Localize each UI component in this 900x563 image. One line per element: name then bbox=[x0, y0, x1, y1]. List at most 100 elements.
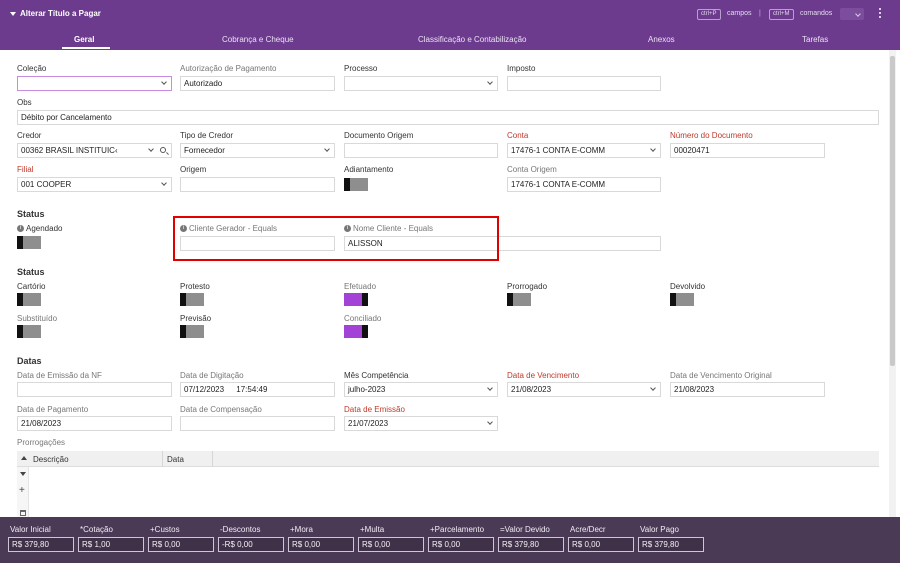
prorrogacoes-grid-body bbox=[17, 467, 879, 517]
cartorio-toggle[interactable] bbox=[17, 293, 41, 306]
mora-field[interactable]: R$ 0,00 bbox=[288, 537, 354, 552]
data-emissao-nf-field[interactable] bbox=[17, 382, 172, 397]
conta-select[interactable]: 17476-1 CONTA E-COMM bbox=[507, 143, 661, 158]
origem-label: Origem bbox=[180, 165, 207, 174]
obs-field[interactable]: Débito por Cancelamento bbox=[17, 110, 879, 125]
data-compensacao-label: Data de Compensação bbox=[180, 405, 262, 414]
data-vencimento-label: Data de Vencimento bbox=[507, 371, 580, 380]
add-row-icon[interactable]: + bbox=[19, 486, 25, 496]
data-vencimento-select[interactable]: 21/08/2023 bbox=[507, 382, 661, 397]
acre-decr-field[interactable]: R$ 0,00 bbox=[568, 537, 634, 552]
substituido-label: Substituído bbox=[17, 314, 58, 323]
col-descricao[interactable]: Descrição bbox=[33, 455, 69, 464]
agendado-label: i Agendado bbox=[17, 224, 62, 233]
agendado-toggle[interactable] bbox=[17, 236, 41, 249]
data-pagamento-field[interactable]: 21/08/2023 bbox=[17, 416, 172, 431]
col-data[interactable]: Data bbox=[167, 455, 184, 464]
origem-field[interactable] bbox=[180, 177, 335, 192]
efetuado-toggle[interactable] bbox=[344, 293, 368, 306]
agendado-label-text: Agendado bbox=[26, 224, 63, 233]
grid-divider bbox=[162, 451, 163, 467]
autorizacao-field[interactable]: Autorizado bbox=[180, 76, 335, 91]
tipo-credor-label: Tipo de Credor bbox=[180, 131, 234, 140]
numero-documento-label: Número do Documento bbox=[670, 131, 753, 140]
window-title-text: Alterar Título a Pagar bbox=[20, 9, 101, 18]
active-tab-indicator bbox=[62, 47, 110, 49]
cartorio-label: Cartório bbox=[17, 282, 46, 291]
processo-label: Processo bbox=[344, 64, 378, 73]
prorrogacoes-label: Prorrogações bbox=[17, 438, 66, 447]
data-digitacao-label: Data de Digitação bbox=[180, 371, 244, 380]
imposto-field[interactable] bbox=[507, 76, 661, 91]
shortcut-ctrl-m-key: ctrl+M bbox=[769, 9, 794, 20]
prorrogado-toggle[interactable] bbox=[507, 293, 531, 306]
tab-bar: Geral Cobrança e Cheque Classificação e … bbox=[0, 28, 900, 50]
data-emissao-label: Data de Emissão bbox=[344, 405, 405, 414]
sort-down-icon[interactable] bbox=[20, 472, 26, 476]
scrollbar-thumb[interactable] bbox=[890, 56, 895, 366]
multa-field[interactable]: R$ 0,00 bbox=[358, 537, 424, 552]
delete-row-icon[interactable] bbox=[20, 510, 26, 516]
window-title[interactable]: Alterar Título a Pagar bbox=[10, 9, 101, 18]
substituido-toggle[interactable] bbox=[17, 325, 41, 338]
previsao-toggle[interactable] bbox=[180, 325, 204, 338]
protesto-label: Protesto bbox=[180, 282, 210, 291]
header-separator: | bbox=[759, 10, 761, 17]
sort-up-icon[interactable] bbox=[21, 456, 27, 460]
data-vencimento-original-field[interactable]: 21/08/2023 bbox=[670, 382, 825, 397]
header-dropdown[interactable] bbox=[840, 8, 864, 20]
valor-inicial-field[interactable]: R$ 379,80 bbox=[8, 537, 74, 552]
valor-devido-label: =Valor Devido bbox=[500, 525, 550, 534]
datas-heading: Datas bbox=[17, 356, 42, 366]
more-options-icon[interactable] bbox=[878, 8, 882, 20]
devolvido-label: Devolvido bbox=[670, 282, 706, 291]
descontos-field[interactable]: -R$ 0,00 bbox=[218, 537, 284, 552]
mes-competencia-select[interactable]: julho-2023 bbox=[344, 382, 498, 397]
custos-field[interactable]: R$ 0,00 bbox=[148, 537, 214, 552]
tab-tarefas[interactable]: Tarefas bbox=[802, 35, 828, 44]
conta-origem-field[interactable]: 17476-1 CONTA E-COMM bbox=[507, 177, 661, 192]
parcelamento-field[interactable]: R$ 0,00 bbox=[428, 537, 494, 552]
colecao-select[interactable] bbox=[17, 76, 172, 91]
mes-competencia-label: Mês Competência bbox=[344, 371, 409, 380]
tipo-credor-select[interactable]: Fornecedor bbox=[180, 143, 335, 158]
prorrogacoes-grid-header: Descrição Data bbox=[17, 451, 879, 467]
conta-label: Conta bbox=[507, 131, 529, 140]
valor-inicial-label: Valor Inicial bbox=[10, 525, 51, 534]
data-emissao-select[interactable]: 21/07/2023 bbox=[344, 416, 498, 431]
protesto-toggle[interactable] bbox=[180, 293, 204, 306]
multa-label: +Multa bbox=[360, 525, 385, 534]
tab-geral[interactable]: Geral bbox=[74, 35, 94, 44]
data-vencimento-original-label: Data de Vencimento Original bbox=[670, 371, 772, 380]
conta-origem-label: Conta Origem bbox=[507, 165, 557, 174]
status-heading-1: Status bbox=[17, 209, 45, 219]
documento-origem-label: Documento Origem bbox=[344, 131, 414, 140]
data-digitacao-field[interactable]: 07/12/2023 17:54:49 bbox=[180, 382, 335, 397]
custos-label: +Custos bbox=[150, 525, 180, 534]
cotacao-field[interactable]: R$ 1,00 bbox=[78, 537, 144, 552]
valor-devido-field[interactable]: R$ 379,80 bbox=[498, 537, 564, 552]
data-emissao-nf-label: Data de Emissão da NF bbox=[17, 371, 102, 380]
credor-search-icon[interactable] bbox=[160, 147, 166, 153]
devolvido-toggle[interactable] bbox=[670, 293, 694, 306]
numero-documento-field[interactable]: 00020471 bbox=[670, 143, 825, 158]
tab-cobranca-cheque[interactable]: Cobrança e Cheque bbox=[222, 35, 294, 44]
prorrogado-label: Prorrogado bbox=[507, 282, 548, 291]
imposto-label: Imposto bbox=[507, 64, 536, 73]
conciliado-label: Conciliado bbox=[344, 314, 382, 323]
tab-classificacao-contabilizacao[interactable]: Classificação e Contabilização bbox=[418, 35, 527, 44]
filial-select[interactable]: 001 COOPER bbox=[17, 177, 172, 192]
conciliado-toggle[interactable] bbox=[344, 325, 368, 338]
collapse-triangle-icon[interactable] bbox=[10, 11, 16, 16]
mora-label: +Mora bbox=[290, 525, 313, 534]
tab-anexos[interactable]: Anexos bbox=[648, 35, 675, 44]
processo-select[interactable] bbox=[344, 76, 498, 91]
documento-origem-field[interactable] bbox=[344, 143, 498, 158]
shortcut-campos-label: campos bbox=[727, 10, 752, 17]
adiantamento-label: Adiantamento bbox=[344, 165, 394, 174]
agendado-info-icon: i bbox=[17, 225, 24, 233]
data-compensacao-field[interactable] bbox=[180, 416, 335, 431]
valor-pago-field[interactable]: R$ 379,80 bbox=[638, 537, 704, 552]
adiantamento-toggle[interactable] bbox=[344, 178, 368, 191]
previsao-label: Previsão bbox=[180, 314, 212, 323]
